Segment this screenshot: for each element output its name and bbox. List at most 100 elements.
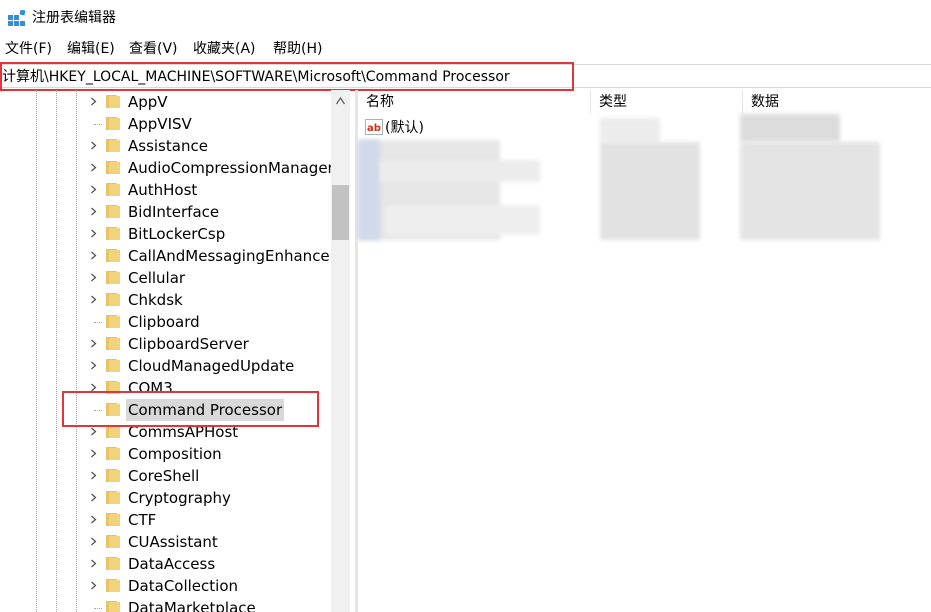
tree-node[interactable]: AppVISV: [0, 113, 331, 135]
tree-node-label: AudioCompressionManager: [128, 159, 331, 177]
folder-icon: [106, 447, 120, 460]
chevron-right-icon[interactable]: [89, 339, 98, 348]
folder-icon: [106, 513, 120, 526]
chevron-right-icon[interactable]: [89, 493, 98, 502]
tree-node-label: DataCollection: [128, 577, 239, 595]
tree-node-label: CoreShell: [128, 467, 200, 485]
menu-edit[interactable]: 编辑(E): [67, 39, 115, 59]
tree-node[interactable]: Cryptography: [0, 487, 331, 509]
folder-icon: [106, 117, 120, 130]
folder-icon: [106, 271, 120, 284]
chevron-right-icon[interactable]: [89, 207, 98, 216]
chevron-right-icon[interactable]: [89, 559, 98, 568]
tree-scrollbar-thumb[interactable]: [332, 185, 349, 240]
chevron-right-icon[interactable]: [89, 97, 98, 106]
svg-text:ab: ab: [367, 123, 381, 134]
folder-icon: [106, 359, 120, 372]
tree-node-label: BitLockerCsp: [128, 225, 226, 243]
tree-node[interactable]: Chkdsk: [0, 289, 331, 311]
column-name[interactable]: 名称: [358, 90, 591, 114]
tree-node[interactable]: CloudManagedUpdate: [0, 355, 331, 377]
tree-node-label: Chkdsk: [128, 291, 183, 309]
value-name-default: (默认): [385, 120, 424, 136]
chevron-right-icon[interactable]: [89, 229, 98, 238]
tree-node-label: DataAccess: [128, 555, 216, 573]
registry-tree: AppV AppVISV Assistance AudioCompressionMan…: [0, 90, 331, 612]
tree-node[interactable]: CTF: [0, 509, 331, 531]
tree-node[interactable]: AppV: [0, 91, 331, 113]
scroll-up-arrow-icon[interactable]: [336, 97, 345, 105]
tree-node-label: AuthHost: [128, 181, 198, 199]
folder-icon: [106, 95, 120, 108]
menu-help[interactable]: 帮助(H): [273, 39, 322, 59]
tree-node-label: Clipboard: [128, 313, 200, 331]
values-list-header: 名称 类型 数据: [358, 90, 931, 114]
chevron-right-icon[interactable]: [89, 427, 98, 436]
tree-scrollbar[interactable]: [331, 90, 350, 612]
chevron-right-icon[interactable]: [89, 537, 98, 546]
tree-node[interactable]: Cellular: [0, 267, 331, 289]
folder-icon: [106, 557, 120, 570]
chevron-right-icon[interactable]: [89, 471, 98, 480]
tree-node-label: ClipboardServer: [128, 335, 249, 353]
chevron-right-icon[interactable]: [89, 581, 98, 590]
tree-node-label: DataMarketplace: [128, 599, 256, 612]
tree-node-label: Cellular: [128, 269, 186, 287]
folder-icon: [106, 293, 120, 306]
tree-node[interactable]: Assistance: [0, 135, 331, 157]
tree-node-label: Composition: [128, 445, 222, 463]
folder-icon: [106, 601, 120, 612]
chevron-right-icon[interactable]: [89, 141, 98, 150]
folder-icon: [106, 161, 120, 174]
tree-connector: [94, 124, 102, 125]
tree-connector: [94, 322, 102, 323]
tree-node[interactable]: DataAccess: [0, 553, 331, 575]
chevron-right-icon[interactable]: [89, 251, 98, 260]
tree-node-label: BidInterface: [128, 203, 220, 221]
folder-icon: [106, 139, 120, 152]
menu-file[interactable]: 文件(F): [5, 39, 52, 59]
column-type[interactable]: 类型: [591, 90, 743, 114]
tree-node-label: Assistance: [128, 137, 208, 155]
chevron-right-icon[interactable]: [89, 273, 98, 282]
menu-view[interactable]: 查看(V): [129, 39, 178, 59]
string-value-icon: ab: [365, 119, 383, 135]
tree-node[interactable]: BitLockerCsp: [0, 223, 331, 245]
tree-node-label: CUAssistant: [128, 533, 218, 551]
tree-node[interactable]: CallAndMessagingEnhancement: [0, 245, 331, 267]
tree-node[interactable]: BidInterface: [0, 201, 331, 223]
tree-node-label: CloudManagedUpdate: [128, 357, 295, 375]
chevron-right-icon[interactable]: [89, 515, 98, 524]
tree-node[interactable]: Clipboard: [0, 311, 331, 333]
chevron-right-icon[interactable]: [89, 185, 98, 194]
folder-icon: [106, 535, 120, 548]
chevron-right-icon[interactable]: [89, 449, 98, 458]
folder-icon: [106, 469, 120, 482]
tree-node-label: CTF: [128, 511, 157, 529]
tree-node[interactable]: DataCollection: [0, 575, 331, 597]
menu-bar: 文件(F) 编辑(E) 查看(V) 收藏夹(A) 帮助(H): [0, 38, 931, 60]
tree-node[interactable]: DataMarketplace: [0, 597, 331, 612]
folder-icon: [106, 337, 120, 350]
chevron-right-icon[interactable]: [89, 163, 98, 172]
tree-node[interactable]: CUAssistant: [0, 531, 331, 553]
folder-icon: [106, 249, 120, 262]
tree-node[interactable]: AudioCompressionManager: [0, 157, 331, 179]
chevron-right-icon[interactable]: [89, 295, 98, 304]
tree-node[interactable]: CoreShell: [0, 465, 331, 487]
tree-node[interactable]: ClipboardServer: [0, 333, 331, 355]
folder-icon: [106, 579, 120, 592]
folder-icon: [106, 183, 120, 196]
column-data[interactable]: 数据: [743, 90, 931, 114]
menu-favorites[interactable]: 收藏夹(A): [193, 39, 256, 59]
chevron-right-icon[interactable]: [89, 361, 98, 370]
folder-icon: [106, 315, 120, 328]
tree-node[interactable]: Composition: [0, 443, 331, 465]
tree-node-label: AppVISV: [128, 115, 192, 133]
tree-node-label: CallAndMessagingEnhancement: [128, 247, 331, 265]
title-bar: 注册表编辑器: [0, 0, 931, 36]
tree-node-label: Cryptography: [128, 489, 231, 507]
tree-node[interactable]: AuthHost: [0, 179, 331, 201]
folder-icon: [106, 205, 120, 218]
registry-editor-icon: [8, 10, 26, 26]
